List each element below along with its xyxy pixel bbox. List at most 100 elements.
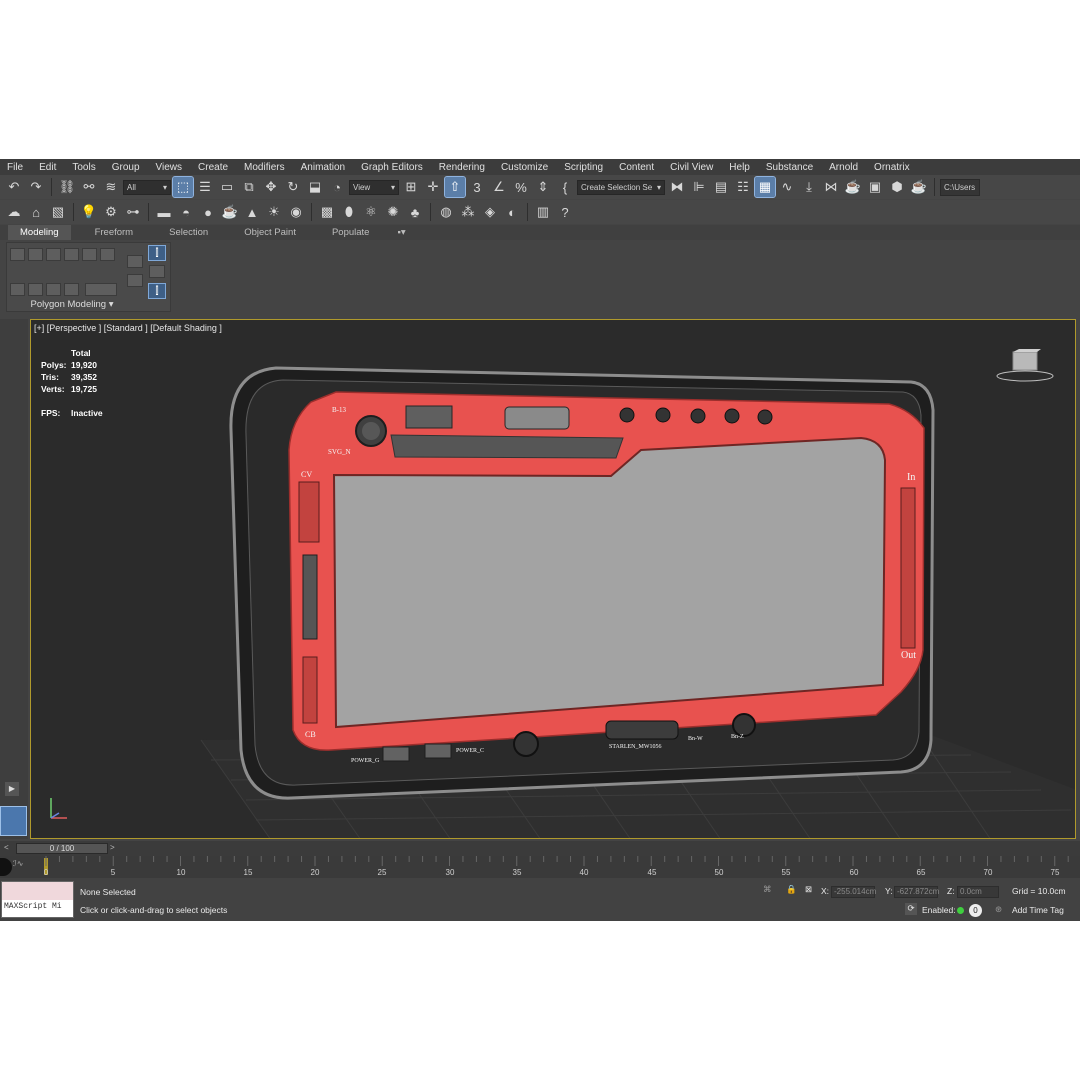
select-object-icon[interactable]: ⬚ bbox=[172, 176, 194, 198]
border-mode-button[interactable] bbox=[46, 248, 61, 261]
render-view-icon[interactable]: ◐ bbox=[502, 202, 522, 222]
poly-tool-button[interactable] bbox=[127, 255, 143, 268]
maxscript-output[interactable] bbox=[2, 882, 73, 900]
keyboard-shortcut-toggle-icon[interactable]: ⇧ bbox=[444, 176, 466, 198]
y-coordinate-field[interactable]: -627.872cm bbox=[894, 886, 939, 898]
polygon-modeling-label[interactable]: Polygon Modeling ▾ bbox=[7, 299, 137, 310]
tab-selection[interactable]: Selection bbox=[157, 225, 220, 240]
dome-light-icon[interactable]: ◓ bbox=[176, 202, 196, 222]
soft-selection-button[interactable] bbox=[64, 283, 79, 296]
ribbon-toggle-icon[interactable]: ▦ bbox=[754, 176, 776, 198]
polygon-mode-button[interactable] bbox=[64, 248, 79, 261]
time-tag-icon[interactable]: 0 bbox=[969, 904, 982, 917]
adaptive-degradation-icon[interactable]: ⟳ bbox=[905, 903, 917, 915]
capsule-icon[interactable]: ⬮ bbox=[339, 202, 359, 222]
timeline-ruler[interactable]: ℐ∿ 0 5 10 15 20 25 30 35 40 45 50 55 60 … bbox=[0, 856, 1080, 878]
ribbon-options-icon[interactable]: ▪▾ bbox=[393, 225, 409, 240]
edit-named-selection-icon[interactable]: { bbox=[555, 177, 575, 197]
menu-modifiers[interactable]: Modifiers bbox=[237, 162, 294, 173]
absolute-mode-icon[interactable]: ⊠ bbox=[805, 884, 812, 895]
rotate-icon[interactable]: ↻ bbox=[283, 177, 303, 197]
edge-mode-button[interactable] bbox=[28, 248, 43, 261]
sun-icon[interactable]: ☀ bbox=[264, 202, 284, 222]
render-setup-icon[interactable]: ☕ bbox=[843, 177, 863, 197]
maxscript-listener[interactable]: MAXScript Mi bbox=[1, 881, 74, 918]
align-icon[interactable]: ⊫ bbox=[689, 177, 709, 197]
menu-graph-editors[interactable]: Graph Editors bbox=[354, 162, 432, 173]
image-icon[interactable]: ▧ bbox=[48, 202, 68, 222]
play-icon[interactable]: ▶ bbox=[5, 782, 19, 796]
menu-customize[interactable]: Customize bbox=[494, 162, 557, 173]
link-icon[interactable]: ⛓ bbox=[57, 177, 77, 197]
menu-tools[interactable]: Tools bbox=[65, 162, 104, 173]
area-light-icon[interactable]: ▬ bbox=[154, 202, 174, 222]
menu-arnold[interactable]: Arnold bbox=[822, 162, 867, 173]
rendered-frame-window-icon[interactable]: ▣ bbox=[865, 177, 885, 197]
menu-scripting[interactable]: Scripting bbox=[557, 162, 612, 173]
chevron-left-icon[interactable]: < bbox=[4, 843, 9, 852]
named-selection-select[interactable]: Create Selection Se ▾ bbox=[577, 179, 665, 195]
placement-icon[interactable]: ◔ bbox=[327, 177, 347, 197]
reference-coord-select[interactable]: View ▾ bbox=[349, 179, 399, 195]
show-end-result-icon[interactable]: ⫿ bbox=[148, 245, 166, 261]
dope-sheet-icon[interactable]: ⤓ bbox=[799, 177, 819, 197]
menu-animation[interactable]: Animation bbox=[294, 162, 354, 173]
menu-content[interactable]: Content bbox=[612, 162, 663, 173]
maxscript-input[interactable]: MAXScript Mi bbox=[2, 900, 73, 917]
tab-populate[interactable]: Populate bbox=[320, 225, 382, 240]
molecule-icon[interactable]: ⚛ bbox=[361, 202, 381, 222]
z-coordinate-field[interactable]: 0.0cm bbox=[957, 886, 999, 898]
pivot-center-icon[interactable]: ⊞ bbox=[401, 177, 421, 197]
substance-icon[interactable]: ◈ bbox=[480, 202, 500, 222]
menu-civil-view[interactable]: Civil View bbox=[663, 162, 722, 173]
element-mode-button[interactable] bbox=[82, 248, 97, 261]
angle-snap-icon[interactable]: ∠ bbox=[489, 177, 509, 197]
menu-ornatrix[interactable]: Ornatrix bbox=[867, 162, 919, 173]
menu-edit[interactable]: Edit bbox=[32, 162, 65, 173]
home-icon[interactable]: ⌂ bbox=[26, 202, 46, 222]
bind-spacewarp-icon[interactable]: ≋ bbox=[101, 177, 121, 197]
modify-mode-button[interactable] bbox=[10, 283, 25, 296]
time-slider-thumb[interactable]: 0 / 100 bbox=[16, 843, 108, 854]
package-icon[interactable]: ▥ bbox=[533, 202, 553, 222]
element-mode-2-button[interactable] bbox=[100, 248, 115, 261]
poly-tool-2-button[interactable] bbox=[127, 274, 143, 287]
unlink-icon[interactable]: ⚯ bbox=[79, 177, 99, 197]
menu-create[interactable]: Create bbox=[191, 162, 237, 173]
menu-substance[interactable]: Substance bbox=[759, 162, 822, 173]
tab-freeform[interactable]: Freeform bbox=[83, 225, 146, 240]
help-icon[interactable]: ? bbox=[555, 202, 575, 222]
grid-material-icon[interactable]: ▩ bbox=[317, 202, 337, 222]
window-crossing-icon[interactable]: ⧉ bbox=[239, 177, 259, 197]
mesh-light-icon[interactable]: ☕ bbox=[220, 202, 240, 222]
isolate-icon[interactable]: ⌘ bbox=[763, 884, 772, 895]
undo-icon[interactable]: ↶ bbox=[4, 177, 24, 197]
scene-explorer-icon[interactable]: ▤ bbox=[711, 177, 731, 197]
project-path-field[interactable]: C:\Users bbox=[940, 178, 980, 196]
enabled-indicator[interactable] bbox=[957, 907, 964, 914]
move-icon[interactable]: ✥ bbox=[261, 177, 281, 197]
teapot-icon[interactable]: ☁ bbox=[4, 202, 24, 222]
lock-icon[interactable]: 🔒 bbox=[786, 884, 797, 895]
tab-object-paint[interactable]: Object Paint bbox=[232, 225, 308, 240]
vertex-mode-button[interactable] bbox=[10, 248, 25, 261]
menu-views[interactable]: Views bbox=[149, 162, 192, 173]
perspective-viewport[interactable]: [+] [Perspective ] [Standard ] [Default … bbox=[30, 319, 1076, 839]
selection-filter-select[interactable]: All ▾ bbox=[123, 179, 171, 195]
lights-list-icon[interactable]: ⚙ bbox=[101, 202, 121, 222]
redo-icon[interactable]: ↷ bbox=[26, 177, 46, 197]
render-production-icon[interactable]: ⬢ bbox=[887, 177, 907, 197]
percent-snap-icon[interactable]: % bbox=[511, 177, 531, 197]
add-time-tag-button[interactable]: Add Time Tag bbox=[1012, 905, 1064, 915]
x-coordinate-field[interactable]: -255.014cm bbox=[831, 886, 876, 898]
sphere-material-icon[interactable]: ◍ bbox=[436, 202, 456, 222]
sphere-light-icon[interactable]: ● bbox=[198, 202, 218, 222]
menu-file[interactable]: File bbox=[0, 162, 32, 173]
select-by-name-icon[interactable]: ☰ bbox=[195, 177, 215, 197]
render-iterative-icon[interactable]: ☕ bbox=[909, 177, 929, 197]
curve-editor-icon[interactable]: ∿ bbox=[777, 177, 797, 197]
time-slider[interactable]: < 0 / 100 > bbox=[0, 841, 1080, 856]
camera-rig-icon[interactable]: ⊶ bbox=[123, 202, 143, 222]
menu-help[interactable]: Help bbox=[722, 162, 759, 173]
menu-rendering[interactable]: Rendering bbox=[432, 162, 494, 173]
